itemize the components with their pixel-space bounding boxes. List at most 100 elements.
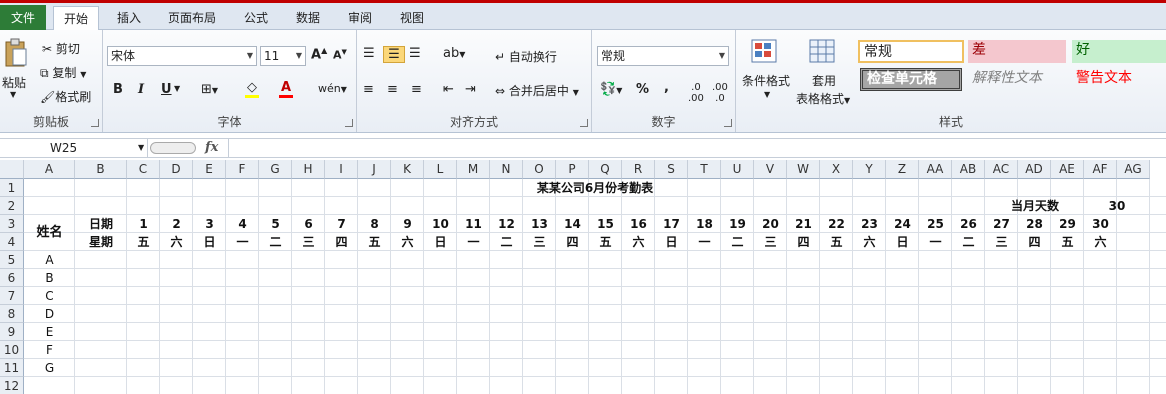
grow-font-icon[interactable]: A▲	[311, 46, 327, 62]
sheet-title[interactable]: 某某公司6月份考勤表	[424, 179, 766, 197]
row-header-7[interactable]: 7	[0, 287, 24, 305]
day-cell[interactable]: 10	[424, 215, 457, 233]
phonetic-icon[interactable]: wén▼	[318, 82, 347, 95]
weekday-cell[interactable]: 四	[556, 233, 589, 251]
weekday-cell[interactable]: 日	[193, 233, 226, 251]
orientation-icon[interactable]: ab▼	[443, 46, 465, 61]
row-header-9[interactable]: 9	[0, 323, 24, 341]
day-cell[interactable]: 26	[952, 215, 985, 233]
weekday-cell[interactable]: 一	[226, 233, 259, 251]
day-cell[interactable]: 27	[985, 215, 1018, 233]
number-launcher-icon[interactable]	[724, 119, 732, 127]
font-size-combo[interactable]: 11 ▼	[260, 46, 306, 66]
weekday-cell[interactable]: 二	[721, 233, 754, 251]
day-cell[interactable]: 11	[457, 215, 490, 233]
align-left-icon[interactable]: ≡	[363, 82, 374, 97]
row-header-6[interactable]: 6	[0, 269, 24, 287]
weekday-cell[interactable]: 五	[358, 233, 391, 251]
style-check-cell[interactable]: 检查单元格	[860, 68, 962, 91]
column-header-i[interactable]: I	[325, 160, 358, 179]
column-header-af[interactable]: AF	[1084, 160, 1117, 179]
day-cell[interactable]: 12	[490, 215, 523, 233]
day-cell[interactable]: 24	[886, 215, 919, 233]
weekday-cell[interactable]: 一	[919, 233, 952, 251]
day-cell[interactable]: 20	[754, 215, 787, 233]
weekday-cell[interactable]: 日	[886, 233, 919, 251]
column-header-x[interactable]: X	[820, 160, 853, 179]
column-header-e[interactable]: E	[193, 160, 226, 179]
date-label[interactable]: 日期	[75, 215, 127, 233]
days-label[interactable]: 当月天数	[985, 197, 1085, 215]
insert-function-icon[interactable]: fx	[205, 140, 218, 155]
day-cell[interactable]: 21	[787, 215, 820, 233]
worksheet-grid[interactable]: A B C D E F G H I J K L M N O P Q R S T U V W X Y Z AA AB AC AD AE AF AG…	[0, 160, 1166, 394]
cut-button[interactable]: ✂ 剪切	[42, 40, 80, 57]
day-cell[interactable]: 17	[655, 215, 688, 233]
paste-button[interactable]: 粘贴	[2, 74, 26, 91]
weekday-cell[interactable]: 一	[688, 233, 721, 251]
style-warning[interactable]: 警告文本	[1072, 68, 1166, 91]
column-header-y[interactable]: Y	[853, 160, 886, 179]
underline-button[interactable]: U	[161, 82, 172, 97]
tab-view[interactable]: 视图	[392, 6, 432, 30]
employee-name-cell[interactable]: G	[24, 359, 75, 377]
column-header-t[interactable]: T	[688, 160, 721, 179]
row-header-12[interactable]: 12	[0, 377, 24, 394]
weekday-label[interactable]: 星期	[75, 233, 127, 251]
weekday-cell[interactable]: 五	[820, 233, 853, 251]
column-header-h[interactable]: H	[292, 160, 325, 179]
employee-name-cell[interactable]: B	[24, 269, 75, 287]
column-header-ae[interactable]: AE	[1051, 160, 1084, 179]
align-middle-icon[interactable]: ☰	[383, 46, 405, 63]
column-header-g[interactable]: G	[259, 160, 292, 179]
day-cell[interactable]: 4	[226, 215, 259, 233]
weekday-cell[interactable]: 二	[490, 233, 523, 251]
day-cell[interactable]: 18	[688, 215, 721, 233]
column-header-s[interactable]: S	[655, 160, 688, 179]
name-box[interactable]: W25 ▼	[0, 139, 148, 157]
weekday-cell[interactable]: 五	[589, 233, 622, 251]
italic-button[interactable]: I	[138, 82, 144, 97]
employee-name-cell[interactable]: C	[24, 287, 75, 305]
wrap-text-button[interactable]: ↵ 自动换行	[495, 48, 557, 65]
row-header-11[interactable]: 11	[0, 359, 24, 377]
merge-center-button[interactable]: ⇔ 合并后居中 ▼	[495, 82, 579, 99]
table-format-label-1[interactable]: 套用	[812, 72, 836, 89]
weekday-cell[interactable]: 四	[787, 233, 820, 251]
weekday-cell[interactable]: 六	[1084, 233, 1117, 251]
column-header-ag[interactable]: AG	[1117, 160, 1150, 179]
column-header-q[interactable]: Q	[589, 160, 622, 179]
font-name-combo[interactable]: 宋体 ▼	[107, 46, 257, 66]
column-header-l[interactable]: L	[424, 160, 457, 179]
style-normal[interactable]: 常规	[858, 40, 964, 63]
tab-review[interactable]: 审阅	[340, 6, 380, 30]
increase-indent-icon[interactable]: ⇥	[465, 82, 476, 97]
column-header-c[interactable]: C	[127, 160, 160, 179]
align-right-icon[interactable]: ≡	[411, 82, 422, 97]
formula-bar-handle[interactable]	[150, 142, 196, 154]
column-header-k[interactable]: K	[391, 160, 424, 179]
weekday-cell[interactable]: 六	[391, 233, 424, 251]
column-header-v[interactable]: V	[754, 160, 787, 179]
style-good[interactable]: 好	[1072, 40, 1166, 63]
day-cell[interactable]: 22	[820, 215, 853, 233]
column-header-f[interactable]: F	[226, 160, 259, 179]
clipboard-launcher-icon[interactable]	[91, 119, 99, 127]
day-cell[interactable]: 16	[622, 215, 655, 233]
tab-insert[interactable]: 插入	[108, 6, 150, 30]
day-cell[interactable]: 1	[127, 215, 160, 233]
row-header-10[interactable]: 10	[0, 341, 24, 359]
day-cell[interactable]: 30	[1084, 215, 1117, 233]
weekday-cell[interactable]: 三	[292, 233, 325, 251]
decrease-indent-icon[interactable]: ⇤	[443, 82, 454, 97]
day-cell[interactable]: 9	[391, 215, 424, 233]
alignment-launcher-icon[interactable]	[580, 119, 588, 127]
employee-name-cell[interactable]: E	[24, 323, 75, 341]
day-cell[interactable]: 23	[853, 215, 886, 233]
row-header-5[interactable]: 5	[0, 251, 24, 269]
column-header-ac[interactable]: AC	[985, 160, 1018, 179]
conditional-format-button[interactable]: 条件格式	[742, 72, 790, 89]
comma-button[interactable]: ,	[664, 80, 669, 95]
fill-color-icon[interactable]: ◇	[245, 80, 259, 98]
copy-button[interactable]: ⧉ 复制 ▼	[40, 64, 86, 81]
